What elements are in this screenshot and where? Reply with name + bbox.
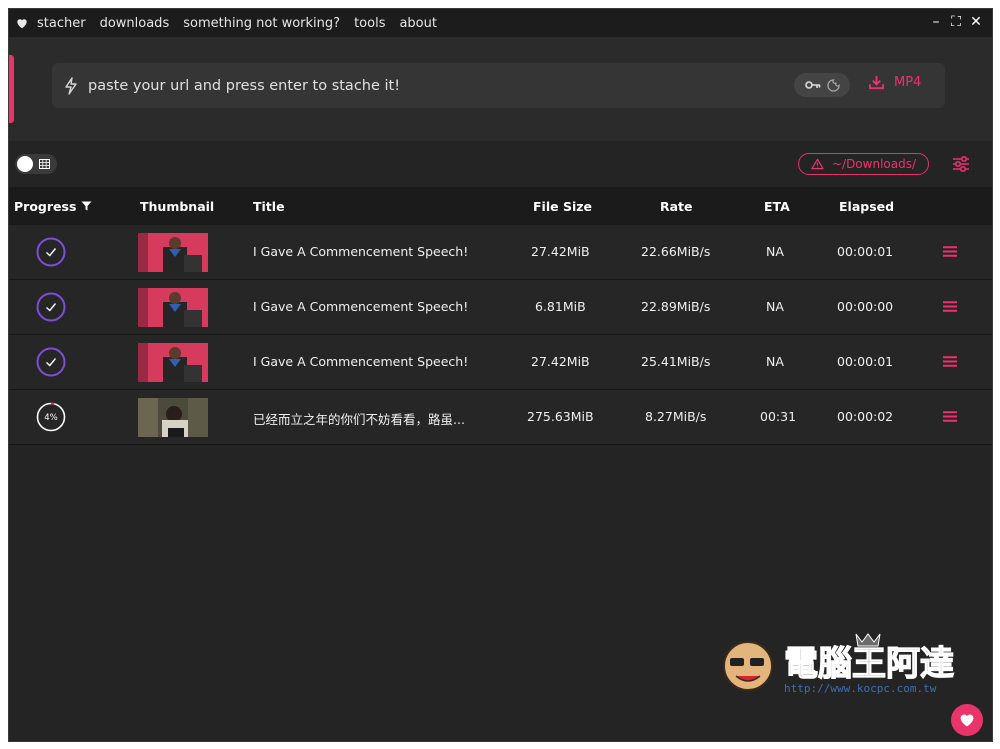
heart-icon	[960, 714, 974, 727]
row-size: 27.42MiB	[531, 244, 590, 259]
menu-stacher[interactable]: stacher	[37, 16, 86, 31]
hamburger-menu-icon[interactable]	[943, 411, 957, 422]
row-eta: NA	[766, 299, 784, 314]
format-selector[interactable]: MP4	[869, 75, 921, 90]
download-path-label: ~/Downloads/	[831, 157, 917, 171]
complete-check-icon	[36, 347, 66, 377]
col-file-size[interactable]: File Size	[533, 199, 592, 214]
cookie-icon	[826, 78, 840, 92]
watermark-title: 電腦王阿達	[784, 644, 954, 684]
url-placeholder: paste your url and press enter to stache…	[88, 77, 401, 94]
cookie-auth-toggle[interactable]	[794, 73, 850, 97]
table-row[interactable]: 4% 已经而立之年的你们不妨看看，路虽... 275.63MiB 8.27MiB…	[9, 390, 992, 445]
url-zone: paste your url and press enter to stache…	[9, 37, 992, 141]
filter-icon[interactable]	[81, 201, 92, 211]
maximize-icon[interactable]: ⛶	[950, 13, 962, 31]
table-row[interactable]: I Gave A Commencement Speech! 27.42MiB 2…	[9, 335, 992, 390]
col-rate[interactable]: Rate	[660, 199, 693, 214]
hamburger-menu-icon[interactable]	[943, 246, 957, 257]
row-rate: 22.66MiB/s	[641, 244, 711, 259]
minimize-icon[interactable]: –	[930, 13, 942, 31]
key-icon	[804, 81, 820, 89]
view-toggle[interactable]	[15, 154, 57, 174]
row-rate: 25.41MiB/s	[641, 354, 711, 369]
menu-bar: stacher downloads something not working?…	[9, 9, 992, 37]
col-thumbnail[interactable]: Thumbnail	[140, 199, 214, 214]
col-eta[interactable]: ETA	[764, 199, 790, 214]
col-progress[interactable]: Progress	[14, 199, 76, 214]
menu-downloads[interactable]: downloads	[100, 16, 170, 31]
col-title[interactable]: Title	[253, 199, 285, 214]
url-input[interactable]: paste your url and press enter to stache…	[52, 63, 945, 108]
complete-check-icon	[36, 237, 66, 267]
progress-ring: 4%	[36, 402, 66, 432]
site-watermark-logo: 電腦王阿達 http://www.kocpc.com.tw	[723, 633, 955, 695]
table-row[interactable]: I Gave A Commencement Speech! 6.81MiB 22…	[9, 280, 992, 335]
row-eta: 00:31	[760, 409, 797, 424]
hamburger-menu-icon[interactable]	[943, 301, 957, 312]
download-icon	[869, 75, 884, 90]
row-size: 275.63MiB	[527, 409, 594, 424]
window-controls: – ⛶ ✕	[930, 13, 982, 31]
toggle-knob	[17, 156, 33, 172]
table-row[interactable]: I Gave A Commencement Speech! 27.42MiB 2…	[9, 225, 992, 280]
row-elapsed: 00:00:00	[837, 299, 894, 314]
download-list: I Gave A Commencement Speech! 27.42MiB 2…	[9, 225, 992, 445]
row-rate: 22.89MiB/s	[641, 299, 711, 314]
row-title: I Gave A Commencement Speech!	[253, 354, 469, 369]
heart-logo-icon	[17, 19, 27, 29]
settings-sliders-icon[interactable]	[952, 155, 970, 173]
row-title: 已经而立之年的你们不妨看看，路虽...	[253, 412, 465, 427]
support-heart-button[interactable]	[951, 704, 983, 736]
accent-bar	[9, 55, 14, 123]
row-elapsed: 00:00:01	[837, 354, 894, 369]
menu-tools[interactable]: tools	[354, 16, 385, 31]
video-thumbnail	[138, 398, 208, 437]
video-thumbnail	[138, 343, 208, 382]
close-icon[interactable]: ✕	[970, 13, 982, 31]
warning-icon	[811, 158, 824, 170]
row-title: I Gave A Commencement Speech!	[253, 299, 469, 314]
menu-about[interactable]: about	[399, 16, 437, 31]
row-elapsed: 00:00:01	[837, 244, 894, 259]
video-thumbnail	[138, 233, 208, 272]
progress-percent: 4%	[44, 413, 58, 423]
download-path-button[interactable]: ~/Downloads/	[798, 153, 929, 175]
row-eta: NA	[766, 354, 784, 369]
row-elapsed: 00:00:02	[837, 409, 894, 424]
controls-bar: ~/Downloads/	[9, 141, 992, 187]
row-title: I Gave A Commencement Speech!	[253, 244, 469, 259]
row-size: 27.42MiB	[531, 354, 590, 369]
video-thumbnail	[138, 288, 208, 327]
table-header: Progress Thumbnail Title File Size Rate …	[9, 187, 992, 225]
bolt-icon	[65, 76, 77, 95]
row-size: 6.81MiB	[535, 299, 586, 314]
row-eta: NA	[766, 244, 784, 259]
complete-check-icon	[36, 292, 66, 322]
hamburger-menu-icon[interactable]	[943, 356, 957, 367]
menu-help[interactable]: something not working?	[183, 16, 340, 31]
watermark-url: http://www.kocpc.com.tw	[784, 682, 937, 695]
format-label: MP4	[894, 75, 922, 90]
row-rate: 8.27MiB/s	[645, 409, 707, 424]
grid-icon	[39, 159, 50, 169]
col-elapsed[interactable]: Elapsed	[839, 199, 894, 214]
